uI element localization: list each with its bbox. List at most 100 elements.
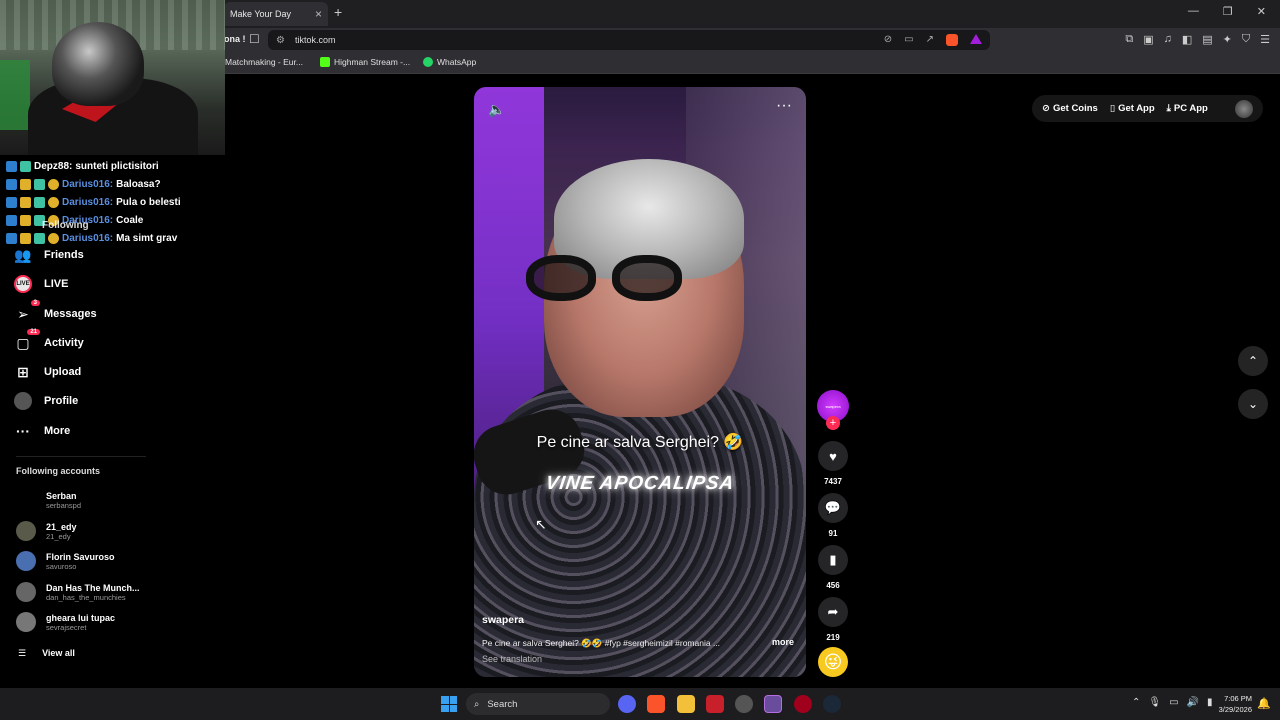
bookmark-highman-stream[interactable]: Highman Stream -...: [320, 57, 410, 67]
taskbar-clock[interactable]: 7:06 PM 3/29/2026: [1208, 693, 1252, 715]
user-avatar[interactable]: [1235, 99, 1253, 118]
sound-disc-icon[interactable]: 😜: [818, 647, 848, 677]
like-button[interactable]: ♥: [818, 441, 848, 471]
minimize-icon[interactable]: —: [1188, 5, 1199, 18]
clock-date: 3/29/2026: [1218, 705, 1252, 714]
discord-icon[interactable]: [618, 695, 636, 713]
more-icon: ···: [16, 423, 30, 439]
brave-rewards-icon[interactable]: [970, 34, 982, 44]
sidebar-item-label: Profile: [44, 395, 79, 407]
account-handle: 21_edy: [46, 531, 71, 541]
media-icon[interactable]: ♫: [1164, 33, 1172, 46]
sidebar-item-profile[interactable]: Profile: [14, 392, 78, 410]
taskbar-search[interactable]: ⌕ Search: [466, 693, 610, 715]
sidebar-item-upload[interactable]: ⊞ Upload: [14, 363, 81, 381]
chat-badge-icon: [6, 196, 17, 208]
volume-tray-icon[interactable]: 🔊: [1187, 697, 1199, 708]
upload-icon: ⊞: [17, 363, 29, 380]
sidebar-toggle-icon[interactable]: ◧: [1182, 33, 1192, 46]
see-translation-link[interactable]: See translation: [482, 654, 542, 664]
bookmark-whatsapp[interactable]: WhatsApp: [423, 57, 476, 67]
obs-active-icon[interactable]: [764, 695, 782, 713]
maximize-icon[interactable]: ❐: [1223, 5, 1233, 18]
chat-badge-icon: [6, 178, 17, 190]
wallet2-icon[interactable]: ▤: [1202, 33, 1212, 46]
view-all-label: View all: [42, 648, 75, 658]
video-player[interactable]: 🔈 ··· Pe cine ar salva Serghei? 🤣 VINE A…: [474, 87, 806, 677]
following-account[interactable]: Serban serbanspd: [16, 490, 81, 510]
close-window-icon[interactable]: ✕: [1257, 5, 1266, 18]
chat-message: Darius016: Pula o belesti: [6, 193, 226, 211]
heart-icon: ♥: [829, 448, 837, 464]
sidebar-item-following[interactable]: Following: [42, 220, 89, 231]
get-coins-button[interactable]: ⊘ Get Coins: [1042, 103, 1098, 114]
chevron-up-icon: ⌃: [1247, 354, 1259, 368]
leo-ai-icon[interactable]: ✦: [1223, 33, 1232, 46]
share-arrow-icon: ➦: [827, 604, 839, 619]
account-name: gheara lui tupac: [46, 612, 116, 623]
save-count: 456: [826, 581, 840, 590]
sidebar-item-messages[interactable]: ➢ 3 Messages: [14, 300, 97, 323]
bookmark-highman-label: Highman Stream -...: [334, 57, 411, 67]
bookmark-matchmaking[interactable]: Matchmaking - Eur...: [225, 57, 303, 67]
tab-make-your-day[interactable]: Make Your Day ×: [224, 2, 328, 26]
video-author[interactable]: swapera: [482, 614, 524, 626]
chevron-down-icon: ⌄: [1247, 397, 1259, 411]
comment-button[interactable]: 💬: [818, 493, 848, 523]
video-options-icon[interactable]: ···: [776, 97, 792, 115]
view-all-link[interactable]: ☰ View all: [18, 648, 75, 659]
windows-start-icon[interactable]: [441, 696, 457, 712]
extensions-icon[interactable]: ⧉: [1125, 33, 1133, 46]
messages-icon: ➢ 3: [14, 300, 40, 323]
bookmark-page-icon[interactable]: ☐: [249, 32, 260, 46]
pc-app-label: PC App: [1173, 103, 1208, 114]
network-icon[interactable]: ▭: [1169, 697, 1178, 708]
microphone-icon[interactable]: 🎙: [1148, 697, 1161, 708]
webcam-overlay: [0, 0, 225, 155]
new-tab-button[interactable]: +: [334, 4, 342, 20]
site-settings-icon[interactable]: ⚙: [276, 35, 285, 46]
save-button[interactable]: ▮: [818, 545, 848, 575]
previous-video-button[interactable]: ⌃: [1238, 346, 1268, 376]
volume-icon[interactable]: 🔈: [488, 101, 505, 118]
share-icon[interactable]: ↗: [926, 34, 934, 46]
opera-icon[interactable]: [794, 695, 812, 713]
vpn-shield-icon[interactable]: ⛉: [1242, 33, 1250, 46]
app-settings-icon[interactable]: [735, 695, 753, 713]
file-explorer-icon[interactable]: [677, 695, 695, 713]
menu-icon[interactable]: ☰: [1260, 33, 1270, 46]
share-button[interactable]: ➦: [818, 597, 848, 627]
app-red-icon[interactable]: [706, 695, 724, 713]
brave-shields-icon[interactable]: [946, 34, 958, 46]
sidebar-item-friends[interactable]: 👥 Friends: [14, 246, 83, 264]
brave-browser-icon[interactable]: [647, 695, 665, 713]
wallet-icon[interactable]: ▣: [1143, 33, 1153, 46]
description-more-button[interactable]: more: [772, 637, 794, 647]
cast-icon[interactable]: ▭: [904, 34, 913, 46]
video-person-glasses: [526, 255, 696, 305]
get-app-button[interactable]: ▯ Get App: [1110, 103, 1155, 114]
address-bar[interactable]: ⚙ tiktok.com ⊘ ▭ ↗: [268, 30, 990, 50]
tray-overflow-icon[interactable]: ⌃: [1132, 697, 1140, 708]
friends-icon: 👥: [14, 246, 32, 263]
avatar: [16, 521, 36, 541]
follow-plus-icon[interactable]: +: [826, 416, 840, 430]
pc-app-button[interactable]: ⤓ PC App: [1167, 103, 1208, 114]
next-video-button[interactable]: ⌄: [1238, 389, 1268, 419]
following-account[interactable]: 21_edy 21_edy: [16, 521, 77, 541]
avatar: [16, 490, 36, 510]
account-name: Serban: [46, 490, 77, 501]
following-account[interactable]: gheara lui tupac sevrajsecret: [16, 612, 115, 632]
video-off-icon[interactable]: ⊘: [884, 34, 892, 46]
following-account[interactable]: Dan Has The Munch... dan_has_the_munchie…: [16, 582, 140, 602]
bookmark-matchmaking-label: Matchmaking - Eur...: [225, 57, 303, 67]
following-account[interactable]: Florin Savuroso savuroso: [16, 551, 115, 571]
tab-close-icon[interactable]: ×: [315, 7, 322, 21]
sidebar-item-more[interactable]: ··· More: [14, 422, 70, 440]
account-handle: serbanspd: [46, 500, 82, 510]
url-text[interactable]: tiktok.com: [295, 35, 884, 45]
sidebar-item-live[interactable]: LIVE LIVE: [14, 275, 68, 293]
steam-icon[interactable]: [823, 695, 841, 713]
notification-icon[interactable]: 🔔: [1257, 697, 1271, 710]
sidebar-item-activity[interactable]: ▢ 21 Activity: [14, 329, 84, 352]
